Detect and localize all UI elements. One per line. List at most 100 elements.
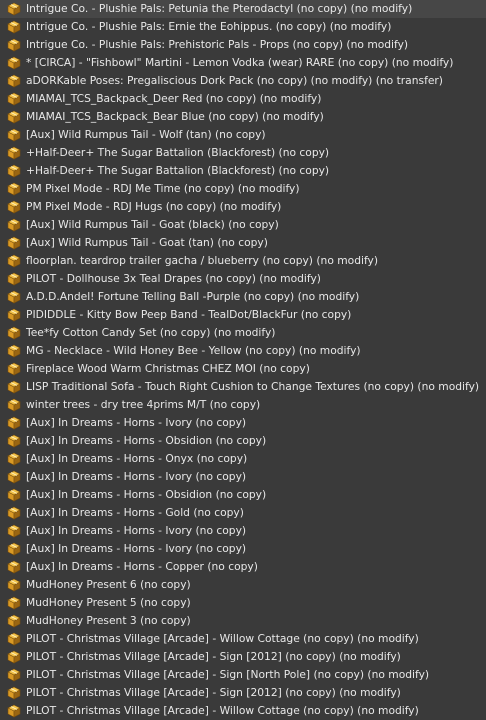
inventory-item-label: PM Pixel Mode - RDJ Hugs (no copy) (no m… [26, 200, 282, 213]
object-box-icon [7, 380, 21, 394]
object-box-icon [7, 488, 21, 502]
inventory-item-label: [Aux] In Dreams - Horns - Ivory (no copy… [26, 416, 247, 429]
inventory-item-label: [Aux] Wild Rumpus Tail - Goat (tan) (no … [26, 236, 268, 249]
inventory-item[interactable]: PILOT - Christmas Village [Arcade] - Wil… [0, 702, 486, 720]
inventory-item[interactable]: +Half-Deer+ The Sugar Battalion (Blackfo… [0, 144, 486, 162]
inventory-item[interactable]: PILOT - Dollhouse 3x Teal Drapes (no cop… [0, 270, 486, 288]
object-box-icon [7, 92, 21, 106]
object-box-icon [7, 218, 21, 232]
inventory-item[interactable]: [Aux] In Dreams - Horns - Ivory (no copy… [0, 468, 486, 486]
inventory-item[interactable]: Tee*fy Cotton Candy Set (no copy) (no mo… [0, 324, 486, 342]
inventory-item-label: [Aux] In Dreams - Horns - Gold (no copy) [26, 506, 244, 519]
object-box-icon [7, 362, 21, 376]
object-box-icon [7, 236, 21, 250]
inventory-item[interactable]: [Aux] In Dreams - Horns - Obsidion (no c… [0, 432, 486, 450]
inventory-item-label: winter trees - dry tree 4prims M/T (no c… [26, 398, 261, 411]
inventory-item[interactable]: [Aux] In Dreams - Horns - Ivory (no copy… [0, 540, 486, 558]
object-box-icon [7, 506, 21, 520]
object-box-icon [7, 560, 21, 574]
inventory-item[interactable]: Intrigue Co. - Plushie Pals: Petunia the… [0, 0, 486, 18]
object-box-icon [7, 164, 21, 178]
object-box-icon [7, 74, 21, 88]
object-box-icon [7, 200, 21, 214]
inventory-item[interactable]: PILOT - Christmas Village [Arcade] - Sig… [0, 684, 486, 702]
object-box-icon [7, 650, 21, 664]
inventory-item-label: [Aux] In Dreams - Horns - Ivory (no copy… [26, 470, 247, 483]
object-box-icon [7, 344, 21, 358]
inventory-list: Intrigue Co. - Plushie Pals: Petunia the… [0, 0, 486, 720]
inventory-item[interactable]: MudHoney Present 6 (no copy) [0, 576, 486, 594]
inventory-item[interactable]: Intrigue Co. - Plushie Pals: Prehistoric… [0, 36, 486, 54]
inventory-item[interactable]: A.D.D.Andel! Fortune Telling Ball -Purpl… [0, 288, 486, 306]
inventory-item[interactable]: [Aux] In Dreams - Horns - Ivory (no copy… [0, 414, 486, 432]
inventory-item[interactable]: winter trees - dry tree 4prims M/T (no c… [0, 396, 486, 414]
object-box-icon [7, 542, 21, 556]
object-box-icon [7, 290, 21, 304]
object-box-icon [7, 470, 21, 484]
inventory-item[interactable]: PILOT - Christmas Village [Arcade] - Sig… [0, 666, 486, 684]
inventory-item[interactable]: PILOT - Christmas Village [Arcade] - Sig… [0, 648, 486, 666]
inventory-item[interactable]: floorplan. teardrop trailer gacha / blue… [0, 252, 486, 270]
inventory-item[interactable]: PILOT - Christmas Village [Arcade] - Wil… [0, 630, 486, 648]
inventory-item[interactable]: [Aux] In Dreams - Horns - Ivory (no copy… [0, 522, 486, 540]
inventory-item-label: PIDIDDLE - Kitty Bow Peep Band - TealDot… [26, 308, 352, 321]
inventory-item-label: [Aux] Wild Rumpus Tail - Goat (black) (n… [26, 218, 279, 231]
inventory-item-label: Tee*fy Cotton Candy Set (no copy) (no mo… [26, 326, 276, 339]
object-box-icon [7, 416, 21, 430]
object-box-icon [7, 434, 21, 448]
inventory-item-label: PILOT - Christmas Village [Arcade] - Sig… [26, 650, 401, 663]
inventory-item[interactable]: MudHoney Present 5 (no copy) [0, 594, 486, 612]
inventory-item[interactable]: +Half-Deer+ The Sugar Battalion (Blackfo… [0, 162, 486, 180]
inventory-item[interactable]: [Aux] In Dreams - Horns - Copper (no cop… [0, 558, 486, 576]
inventory-item[interactable]: MIAMAI_TCS_Backpack_Deer Red (no copy) (… [0, 90, 486, 108]
object-box-icon [7, 146, 21, 160]
inventory-item-label: A.D.D.Andel! Fortune Telling Ball -Purpl… [26, 290, 360, 303]
inventory-item[interactable]: Fireplace Wood Warm Christmas CHEZ MOI (… [0, 360, 486, 378]
inventory-item-label: floorplan. teardrop trailer gacha / blue… [26, 254, 379, 267]
inventory-item[interactable]: [Aux] Wild Rumpus Tail - Wolf (tan) (no … [0, 126, 486, 144]
inventory-item[interactable]: PIDIDDLE - Kitty Bow Peep Band - TealDot… [0, 306, 486, 324]
object-box-icon [7, 614, 21, 628]
inventory-item-label: +Half-Deer+ The Sugar Battalion (Blackfo… [26, 146, 330, 159]
object-box-icon [7, 182, 21, 196]
inventory-item-label: PILOT - Dollhouse 3x Teal Drapes (no cop… [26, 272, 321, 285]
inventory-item-label: MIAMAI_TCS_Backpack_Deer Red (no copy) (… [26, 92, 322, 105]
inventory-item-label: aDORKable Poses: Pregaliscious Dork Pack… [26, 74, 443, 87]
inventory-item-label: PILOT - Christmas Village [Arcade] - Wil… [26, 632, 419, 645]
inventory-item-label: MG - Necklace - Wild Honey Bee - Yellow … [26, 344, 361, 357]
object-box-icon [7, 128, 21, 142]
object-box-icon [7, 596, 21, 610]
object-box-icon [7, 38, 21, 52]
inventory-item[interactable]: PM Pixel Mode - RDJ Me Time (no copy) (n… [0, 180, 486, 198]
object-box-icon [7, 398, 21, 412]
inventory-item-label: MudHoney Present 6 (no copy) [26, 578, 191, 591]
object-box-icon [7, 110, 21, 124]
object-box-icon [7, 2, 21, 16]
inventory-item[interactable]: [Aux] In Dreams - Horns - Gold (no copy) [0, 504, 486, 522]
inventory-item[interactable]: [Aux] In Dreams - Horns - Obsidion (no c… [0, 486, 486, 504]
object-box-icon [7, 578, 21, 592]
inventory-item[interactable]: MudHoney Present 3 (no copy) [0, 612, 486, 630]
inventory-item[interactable]: PM Pixel Mode - RDJ Hugs (no copy) (no m… [0, 198, 486, 216]
inventory-item[interactable]: * [CIRCA] - "Fishbowl" Martini - Lemon V… [0, 54, 486, 72]
inventory-item-label: [Aux] In Dreams - Horns - Onyx (no copy) [26, 452, 248, 465]
inventory-item[interactable]: LISP Traditional Sofa - Touch Right Cush… [0, 378, 486, 396]
inventory-item[interactable]: Intrigue Co. - Plushie Pals: Ernie the E… [0, 18, 486, 36]
inventory-item-label: PM Pixel Mode - RDJ Me Time (no copy) (n… [26, 182, 300, 195]
inventory-item[interactable]: [Aux] In Dreams - Horns - Onyx (no copy) [0, 450, 486, 468]
object-box-icon [7, 704, 21, 718]
inventory-item[interactable]: MIAMAI_TCS_Backpack_Bear Blue (no copy) … [0, 108, 486, 126]
inventory-item-label: [Aux] In Dreams - Horns - Obsidion (no c… [26, 488, 267, 501]
inventory-item[interactable]: [Aux] Wild Rumpus Tail - Goat (black) (n… [0, 216, 486, 234]
object-box-icon [7, 452, 21, 466]
object-box-icon [7, 632, 21, 646]
inventory-item-label: [Aux] In Dreams - Horns - Copper (no cop… [26, 560, 258, 573]
inventory-item-label: LISP Traditional Sofa - Touch Right Cush… [26, 380, 480, 393]
inventory-item-label: [Aux] In Dreams - Horns - Obsidion (no c… [26, 434, 267, 447]
inventory-item-label: MudHoney Present 3 (no copy) [26, 614, 191, 627]
inventory-item-label: PILOT - Christmas Village [Arcade] - Sig… [26, 668, 430, 681]
inventory-item[interactable]: MG - Necklace - Wild Honey Bee - Yellow … [0, 342, 486, 360]
inventory-item-label: +Half-Deer+ The Sugar Battalion (Blackfo… [26, 164, 330, 177]
inventory-item[interactable]: aDORKable Poses: Pregaliscious Dork Pack… [0, 72, 486, 90]
inventory-item[interactable]: [Aux] Wild Rumpus Tail - Goat (tan) (no … [0, 234, 486, 252]
